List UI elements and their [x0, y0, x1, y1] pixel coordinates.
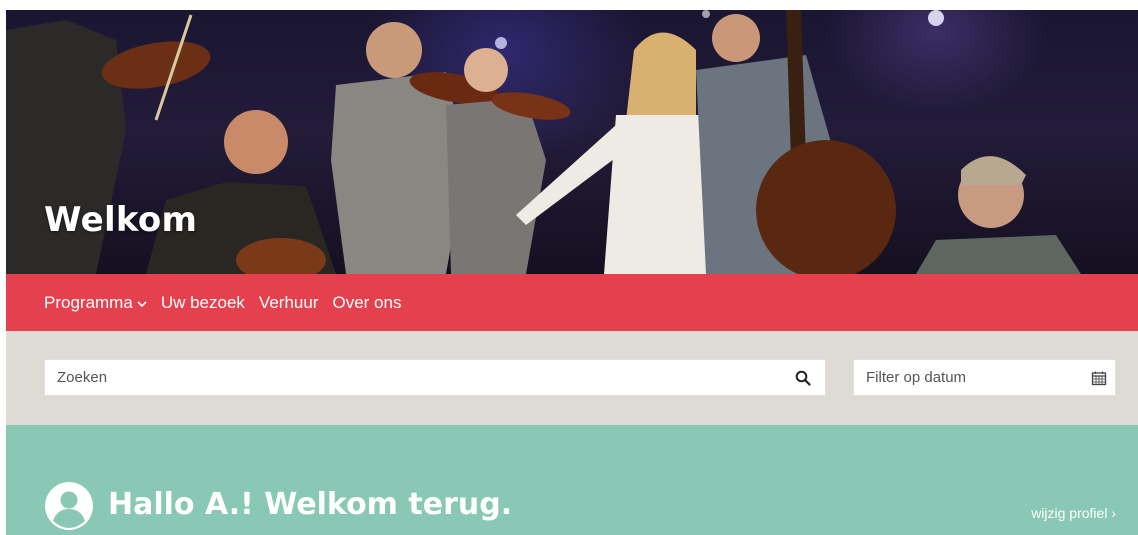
nav-item-label: Programma [44, 292, 133, 312]
search-field [44, 359, 826, 396]
page: Welkom Programma Uw bezoek Verhuur Over … [6, 10, 1138, 535]
welcome-section: Hallo A.! Welkom terug. wijzig profiel › [6, 425, 1138, 535]
date-filter-input[interactable] [866, 369, 1091, 386]
nav-item-programma[interactable]: Programma [44, 293, 147, 313]
user-avatar-icon [44, 481, 94, 531]
main-nav: Programma Uw bezoek Verhuur Over ons [6, 274, 1138, 331]
hero-banner: Welkom [6, 10, 1138, 274]
nav-item-over-ons[interactable]: Over ons [332, 293, 401, 313]
search-icon[interactable] [795, 370, 811, 390]
page-title: Welkom [44, 200, 198, 240]
chevron-down-icon [137, 293, 147, 313]
welcome-greeting: Hallo A.! Welkom terug. [108, 487, 513, 522]
nav-item-verhuur[interactable]: Verhuur [259, 293, 319, 313]
calendar-icon[interactable] [1091, 370, 1107, 390]
nav-item-label: Verhuur [258, 292, 319, 312]
edit-profile-link[interactable]: wijzig profiel › [1031, 505, 1116, 521]
nav-item-label: Over ons [332, 292, 402, 312]
search-input[interactable] [57, 369, 749, 386]
nav-item-label: Uw bezoek [160, 292, 245, 312]
nav-item-uw-bezoek[interactable]: Uw bezoek [161, 293, 245, 313]
search-section [6, 331, 1138, 425]
date-filter-field [853, 359, 1116, 396]
